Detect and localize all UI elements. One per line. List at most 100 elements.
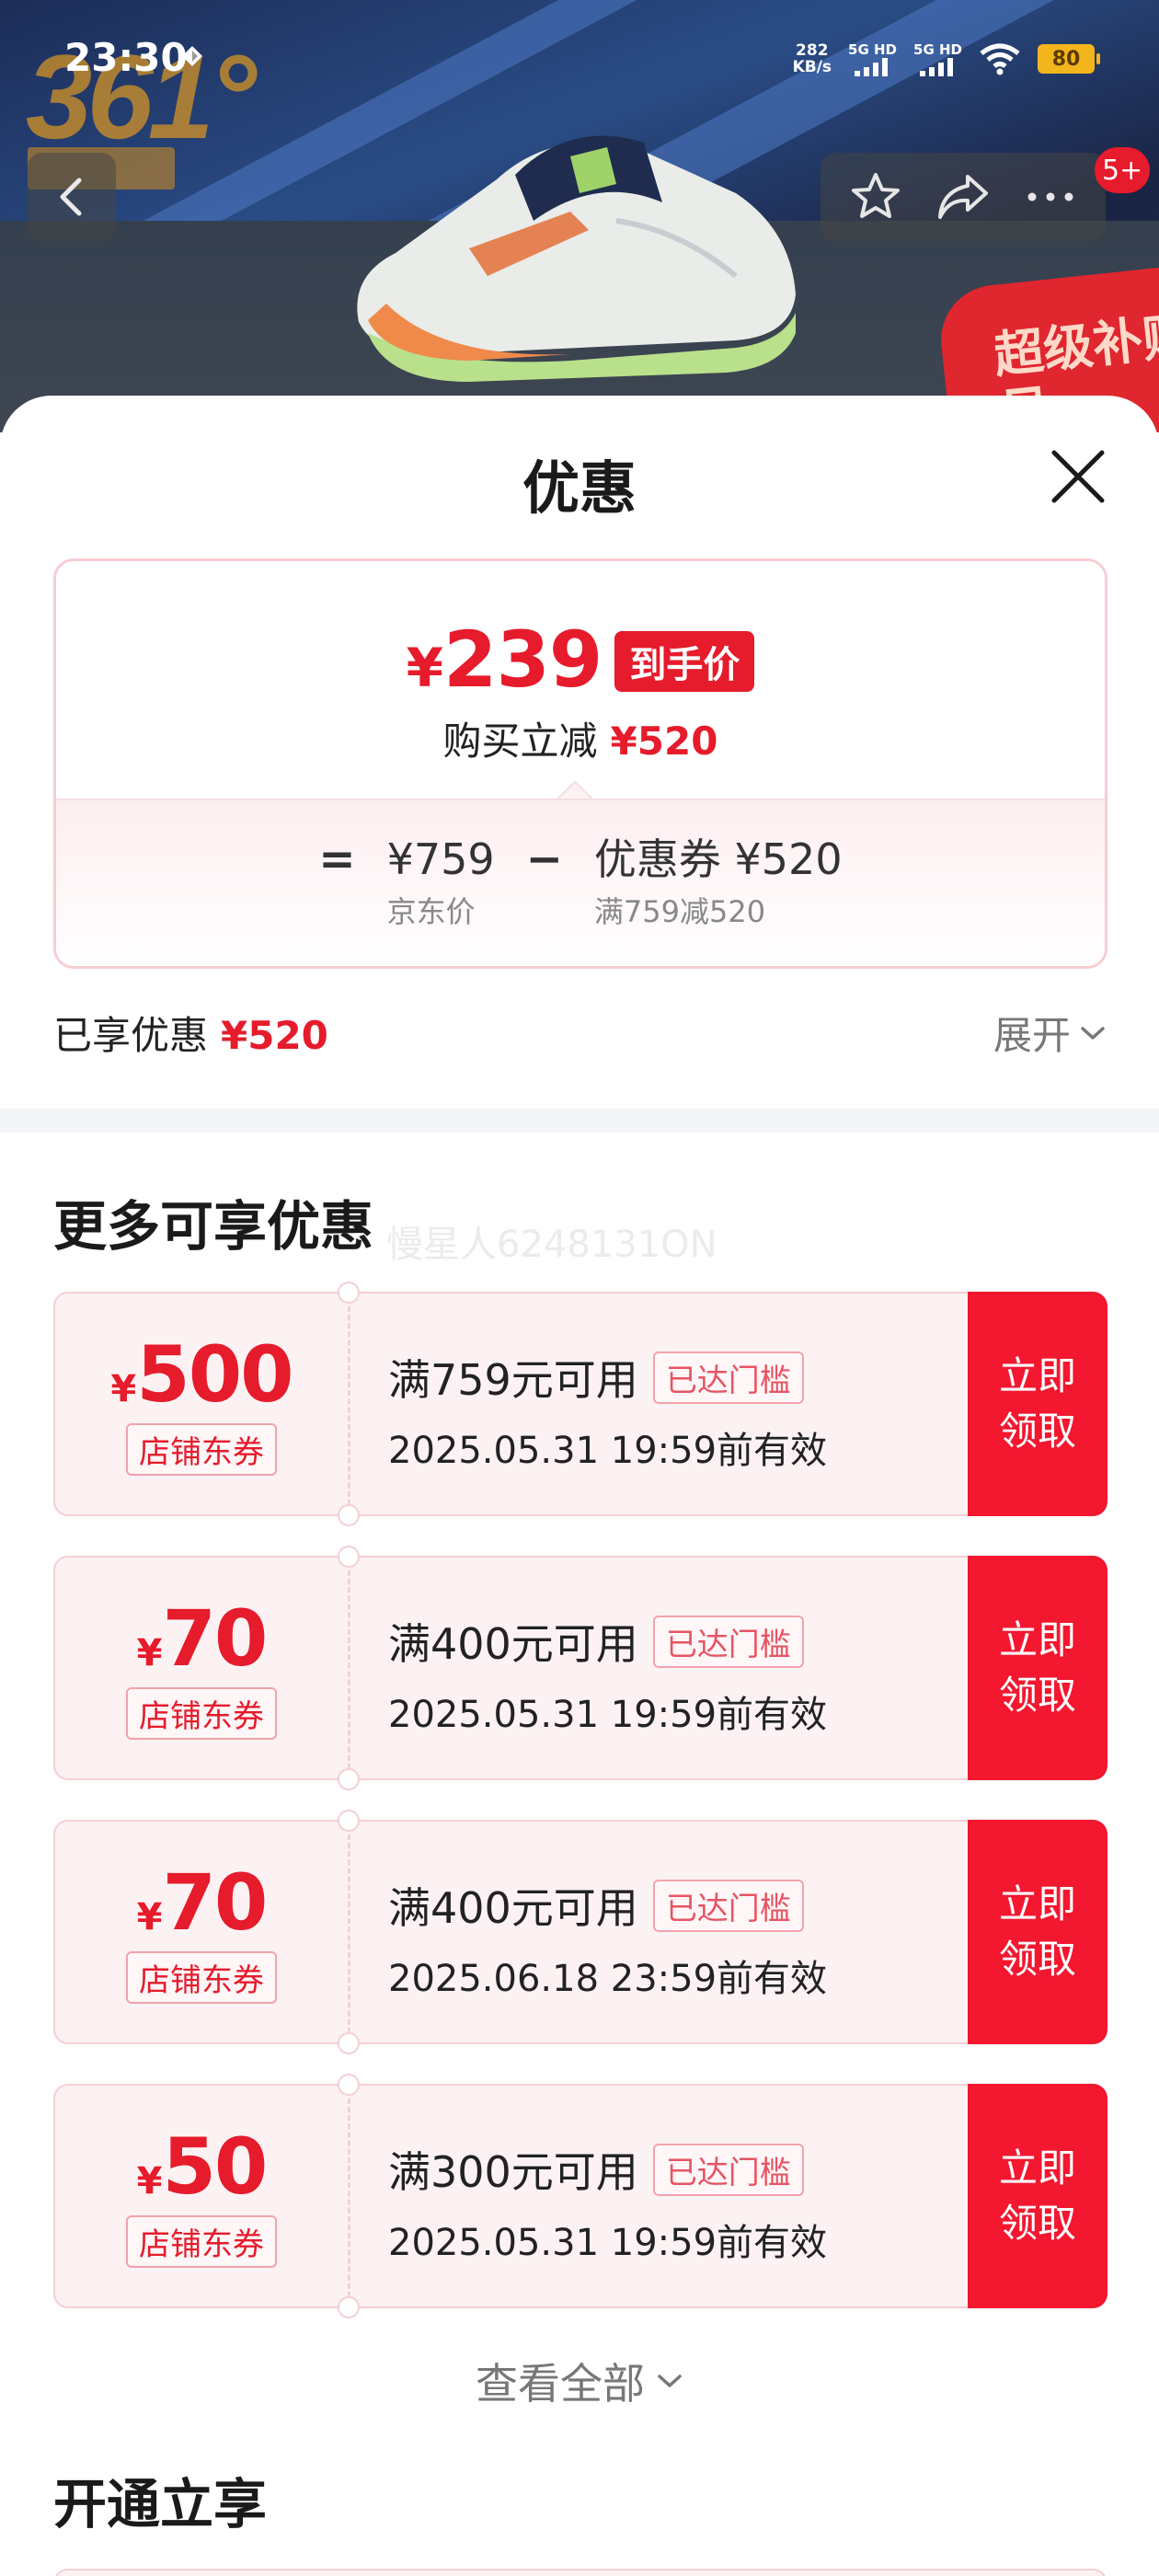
coupon-details: 满400元可用 已达门槛 2025.06.18 23:59前有效 <box>388 1875 827 2002</box>
coupon-status-badge: 已达门槛 <box>652 1351 804 1404</box>
signal-2-icon: 5G HD <box>913 41 962 76</box>
app-notification-icon <box>182 46 202 66</box>
coupon-amount: ¥70 <box>136 1857 269 1948</box>
coupon-value-section: ¥70 店铺东券 <box>55 1822 348 2042</box>
coupon-status-badge: 已达门槛 <box>652 1879 804 1932</box>
enjoyed-discount: 已享优惠 ¥520 <box>53 1005 328 1061</box>
coupon-type: 店铺东券 <box>126 1686 277 1740</box>
claim-coupon-button[interactable]: 立即领取 <box>968 1292 1107 1516</box>
jd-price-label: 京东价 <box>386 894 476 929</box>
discount-sheet: 优惠 ¥239 到手价 购买立减 ¥520 = ¥759 京东价 − 优惠券 ¥… <box>0 396 1159 2576</box>
coupon-condition-row: 满400元可用 已达门槛 <box>388 1611 827 1672</box>
final-price-row: ¥239 到手价 <box>56 615 1105 705</box>
coupon-notch <box>338 1282 360 1304</box>
favorite-button[interactable] <box>841 162 911 232</box>
coupon-discount-amount: 优惠券 ¥520 <box>593 834 843 884</box>
coupon-details: 满400元可用 已达门槛 2025.05.31 19:59前有效 <box>388 1611 827 1738</box>
coupon-value-section: ¥70 店铺东券 <box>55 1558 348 1778</box>
coupon-divider <box>348 2099 350 2297</box>
coupon-notch <box>338 2296 360 2318</box>
signal-1-label: 5G HD <box>848 41 898 58</box>
close-icon[interactable] <box>1049 447 1107 506</box>
coupon-value: 70 <box>162 1593 268 1684</box>
coupon-expiry: 2025.06.18 23:59前有效 <box>388 1958 828 2000</box>
coupon-details: 满300元可用 已达门槛 2025.05.31 19:59前有效 <box>388 2139 827 2266</box>
membership-card <box>53 2569 1107 2576</box>
enjoyed-discount-label: 已享优惠 <box>53 1013 209 1058</box>
calculation-row: = ¥759 京东价 − 优惠券 ¥520 满759减520 <box>56 834 1105 931</box>
price-calculation: = ¥759 京东价 − 优惠券 ¥520 满759减520 <box>56 799 1105 966</box>
product-banner: 361° 23:30 282 KB/s 5G HD 5G HD 80 5+ 超级… <box>0 0 1159 432</box>
claim-coupon-button[interactable]: 立即领取 <box>968 2084 1107 2308</box>
expand-label: 展开 <box>993 1013 1071 1058</box>
net-speed: 282 KB/s <box>793 42 832 75</box>
back-icon <box>60 178 82 216</box>
coupon-divider <box>348 1306 350 1505</box>
coupon-card: ¥70 店铺东券 满400元可用 已达门槛 2025.05.31 19:59前有… <box>53 1546 1107 1790</box>
coupon-notch <box>338 1768 360 1790</box>
coupon-value: 50 <box>162 2121 268 2212</box>
coupon-expiry: 2025.05.31 19:59前有效 <box>388 2222 828 2264</box>
product-shoe-image <box>357 135 796 382</box>
claim-coupon-button[interactable]: 立即领取 <box>968 1556 1107 1780</box>
share-button[interactable] <box>928 162 998 232</box>
more-discounts-title: 更多可享优惠 <box>53 1195 374 1258</box>
coupon-status-badge: 已达门槛 <box>652 1615 804 1668</box>
star-icon <box>851 173 900 218</box>
claim-coupon-button[interactable]: 立即领取 <box>968 1820 1107 2044</box>
coupon-amount: ¥70 <box>136 1593 269 1684</box>
coupon-condition: 满300元可用 <box>388 2147 638 2197</box>
coupon-currency: ¥ <box>136 1631 163 1674</box>
jd-price-item: ¥759 京东价 <box>387 834 495 931</box>
chevron-down-icon <box>1081 1026 1105 1040</box>
coupon-condition-row: 满400元可用 已达门槛 <box>388 1875 827 1936</box>
more-button[interactable] <box>1016 162 1085 232</box>
coupon-card: ¥70 店铺东券 满400元可用 已达门槛 2025.06.18 23:59前有… <box>53 1810 1107 2054</box>
coupon-status-badge: 已达门槛 <box>652 2143 804 2196</box>
expand-button[interactable]: 展开 <box>993 1005 1106 1061</box>
coupon-condition-row: 满759元可用 已达门槛 <box>388 1347 827 1408</box>
coupon-card: ¥500 店铺东券 满759元可用 已达门槛 2025.05.31 19:59前… <box>53 1282 1107 1526</box>
view-all-button[interactable]: 查看全部 <box>0 2351 1159 2411</box>
coupon-discount-item: 优惠券 ¥520 满759减520 <box>594 834 843 931</box>
membership-title: 开通立享 <box>53 2473 268 2536</box>
watermark: 慢星人6248131ON <box>386 1224 717 1266</box>
coupon-currency: ¥ <box>110 1367 137 1410</box>
coupon-value-section: ¥500 店铺东券 <box>55 1294 348 1514</box>
coupon-value: 70 <box>162 1857 268 1948</box>
coupon-expiry: 2025.05.31 19:59前有效 <box>388 1694 828 1736</box>
coupon-notch <box>338 1504 360 1526</box>
coupon-notch <box>338 1810 360 1832</box>
final-price-currency: ¥ <box>406 637 443 699</box>
coupon-value: 500 <box>136 1328 293 1420</box>
final-price-value: 239 <box>443 615 602 705</box>
coupon-card: ¥50 店铺东券 满300元可用 已达门槛 2025.05.31 19:59前有… <box>53 2074 1107 2318</box>
status-icons: 282 KB/s 5G HD 5G HD 80 <box>793 37 1100 81</box>
coupon-condition: 满400元可用 <box>388 1619 638 1669</box>
more-icon <box>1027 192 1073 201</box>
coupon-type: 店铺东券 <box>126 2214 277 2268</box>
price-summary-card: ¥239 到手价 购买立减 ¥520 = ¥759 京东价 − 优惠券 ¥520 … <box>53 558 1107 969</box>
coupon-amount: ¥500 <box>110 1328 293 1420</box>
coupon-discount-rule: 满759减520 <box>593 894 766 929</box>
minus-sign: − <box>525 834 563 885</box>
coupon-currency: ¥ <box>136 1895 163 1938</box>
coupon-type: 店铺东券 <box>126 1422 277 1476</box>
final-price-section: ¥239 到手价 购买立减 ¥520 <box>56 561 1105 817</box>
instant-discount-row: 购买立减 ¥520 <box>56 710 1105 766</box>
coupon-divider <box>348 1834 350 2033</box>
back-button[interactable] <box>28 153 116 241</box>
coupon-condition: 满400元可用 <box>388 1883 638 1933</box>
net-speed-unit: KB/s <box>792 58 832 76</box>
coupon-expiry: 2025.05.31 19:59前有效 <box>388 1430 828 1472</box>
equals-sign: = <box>318 834 356 885</box>
net-speed-value: 282 <box>796 41 829 60</box>
coupon-condition-row: 满300元可用 已达门槛 <box>388 2139 827 2200</box>
battery-icon: 80 <box>1038 44 1100 74</box>
sheet-title: 优惠 <box>522 454 637 522</box>
final-price-tag: 到手价 <box>614 631 755 692</box>
coupon-condition: 满759元可用 <box>388 1355 638 1405</box>
chevron-down-icon <box>658 2375 682 2387</box>
coupon-amount: ¥50 <box>137 2121 269 2212</box>
section-divider <box>0 1109 1159 1133</box>
